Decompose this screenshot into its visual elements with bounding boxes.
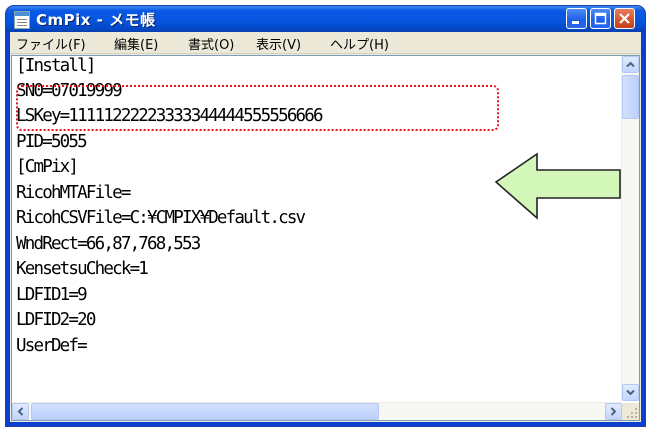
horizontal-scrollbar[interactable]	[12, 402, 622, 420]
close-icon	[619, 13, 630, 24]
menu-bar: ファイル(F) 編集(E) 書式(O) 表示(V) ヘルプ(H)	[10, 32, 641, 54]
scroll-left-icon	[17, 407, 24, 416]
minimize-icon	[572, 21, 579, 24]
title-bar[interactable]: CmPix - メモ帳	[6, 6, 645, 32]
text-line: [CmPix]	[16, 157, 79, 177]
scroll-right-button[interactable]	[605, 403, 622, 420]
notepad-window: CmPix - メモ帳 ファイル(F) 編集(E) 書式(O) 表示(V) ヘル…	[6, 6, 645, 426]
text-content[interactable]: [Install] SN0=07019999 LSKey=11111222223…	[14, 56, 619, 401]
window-client: ファイル(F) 編集(E) 書式(O) 表示(V) ヘルプ(H) [Instal…	[10, 32, 641, 422]
text-line: RicohMTAFile=	[16, 183, 131, 203]
maximize-icon	[594, 12, 607, 25]
text-line: LDFID2=20	[16, 310, 96, 330]
menu-help[interactable]: ヘルプ(H)	[330, 34, 389, 53]
notepad-icon[interactable]	[14, 11, 30, 29]
text-line: WndRect=66,87,768,553	[16, 234, 201, 254]
resize-grip[interactable]	[622, 403, 639, 420]
scroll-right-icon	[610, 407, 617, 416]
text-line: PID=5055	[16, 132, 88, 152]
scroll-up-icon	[626, 61, 635, 68]
menu-view[interactable]: 表示(V)	[256, 34, 301, 53]
text-line: RicohCSVFile=C:¥CMPIX¥Default.csv	[16, 208, 306, 228]
text-line: [Install]	[16, 56, 96, 76]
text-line: KensetsuCheck=1	[16, 259, 149, 279]
scroll-down-button[interactable]	[622, 384, 639, 401]
scroll-down-icon	[626, 389, 635, 396]
menu-edit[interactable]: 編集(E)	[114, 34, 158, 53]
window-title: CmPix - メモ帳	[36, 11, 156, 29]
close-button[interactable]	[614, 8, 635, 29]
vertical-scroll-thumb[interactable]	[622, 75, 639, 119]
menu-format[interactable]: 書式(O)	[188, 34, 234, 53]
arrow-left-icon	[494, 152, 621, 220]
menu-file[interactable]: ファイル(F)	[16, 34, 86, 53]
highlight-box	[16, 85, 499, 131]
vertical-scrollbar[interactable]	[621, 56, 639, 401]
text-line: LDFID1=9	[16, 285, 88, 305]
maximize-button[interactable]	[590, 8, 611, 29]
minimize-button[interactable]	[566, 8, 587, 29]
resize-grip-icon	[627, 408, 637, 418]
scroll-left-button[interactable]	[12, 403, 29, 420]
horizontal-scroll-thumb[interactable]	[31, 403, 379, 420]
text-editor[interactable]: [Install] SN0=07019999 LSKey=11111222223…	[11, 55, 640, 421]
text-line: UserDef=	[16, 336, 88, 356]
scroll-up-button[interactable]	[622, 56, 639, 73]
